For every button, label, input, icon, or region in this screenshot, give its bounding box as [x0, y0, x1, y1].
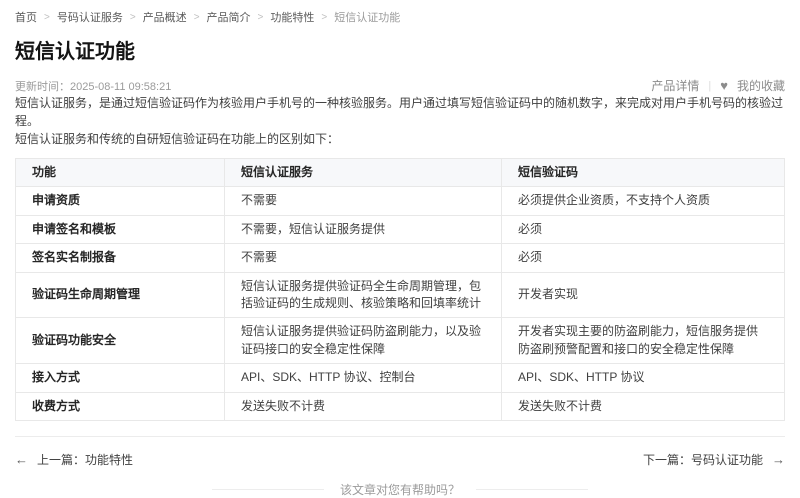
table-cell: 必须提供企业资质，不支持个人资质 — [502, 187, 785, 215]
update-time: 更新时间：2025-08-11 09:58:21 — [15, 78, 171, 94]
table-cell: 不需要 — [225, 244, 502, 272]
row-header-cell: 验证码生命周期管理 — [16, 272, 225, 318]
breadcrumb-item-service[interactable]: 号码认证服务 — [57, 9, 123, 25]
table-row: 验证码生命周期管理 短信认证服务提供验证码全生命周期管理，包括验证码的生成规则、… — [16, 272, 785, 318]
heart-icon[interactable]: ♥ — [720, 79, 728, 92]
table-cell: 不需要，短信认证服务提供 — [225, 215, 502, 243]
comparison-lead-paragraph: 短信认证服务和传统的自研短信验证码在功能上的区别如下： — [15, 130, 785, 148]
column-header-feature: 功能 — [16, 159, 225, 187]
prev-article-label: 上一篇：功能特性 — [37, 451, 133, 468]
column-header-sms-code: 短信验证码 — [502, 159, 785, 187]
table-cell: 必须 — [502, 244, 785, 272]
breadcrumb-item-features[interactable]: 功能特性 — [270, 9, 314, 25]
table-cell: API、SDK、HTTP 协议、控制台 — [225, 364, 502, 392]
table-header-row: 功能 短信认证服务 短信验证码 — [16, 159, 785, 187]
next-article-label: 下一篇：号码认证功能 — [643, 451, 763, 468]
feedback-section: 该文章对您有帮助吗？ — [15, 481, 785, 498]
table-cell: 发送失败不计费 — [225, 392, 502, 420]
table-row: 申请签名和模板 不需要，短信认证服务提供 必须 — [16, 215, 785, 243]
feedback-question: 该文章对您有帮助吗？ — [340, 481, 460, 498]
table-cell: API、SDK、HTTP 协议 — [502, 364, 785, 392]
intro-paragraph: 短信认证服务，是通过短信验证码作为核验用户手机号的一种核验服务。用户通过填写短信… — [15, 94, 785, 130]
feedback-divider-left — [212, 489, 324, 490]
meta-row: 更新时间：2025-08-11 09:58:21 产品详情 | ♥ 我的收藏 — [15, 77, 785, 94]
table-cell: 必须 — [502, 215, 785, 243]
breadcrumb: 首页 > 号码认证服务 > 产品概述 > 产品简介 > 功能特性 > 短信认证功… — [15, 9, 785, 25]
product-detail-link[interactable]: 产品详情 — [651, 77, 699, 94]
table-row: 验证码功能安全 短信认证服务提供验证码防盗刷能力，以及验证码接口的安全稳定性保障… — [16, 318, 785, 364]
page-actions: 产品详情 | ♥ 我的收藏 — [651, 77, 785, 94]
row-header-cell: 申请资质 — [16, 187, 225, 215]
breadcrumb-item-current: 短信认证功能 — [334, 9, 400, 25]
breadcrumb-separator-icon: > — [258, 12, 264, 23]
table-cell: 不需要 — [225, 187, 502, 215]
feedback-divider-right — [476, 489, 588, 490]
breadcrumb-separator-icon: > — [44, 12, 50, 23]
row-header-cell: 验证码功能安全 — [16, 318, 225, 364]
update-time-value: 2025-08-11 09:58:21 — [70, 81, 171, 93]
divider: | — [708, 80, 711, 92]
breadcrumb-separator-icon: > — [194, 12, 200, 23]
doc-page: 首页 > 号码认证服务 > 产品概述 > 产品简介 > 功能特性 > 短信认证功… — [0, 0, 800, 498]
row-header-cell: 申请签名和模板 — [16, 215, 225, 243]
arrow-right-icon: → — [772, 452, 785, 467]
prev-article-link[interactable]: ← 上一篇：功能特性 — [15, 451, 133, 468]
column-header-sms-auth-service: 短信认证服务 — [225, 159, 502, 187]
table-cell: 开发者实现主要的防盗刷能力，短信服务提供防盗刷预警配置和接口的安全稳定性保障 — [502, 318, 785, 364]
row-header-cell: 签名实名制报备 — [16, 244, 225, 272]
breadcrumb-separator-icon: > — [321, 12, 327, 23]
breadcrumb-item-home[interactable]: 首页 — [15, 9, 37, 25]
breadcrumb-item-intro[interactable]: 产品简介 — [207, 9, 251, 25]
arrow-left-icon: ← — [15, 452, 28, 467]
next-article-link[interactable]: 下一篇：号码认证功能 → — [643, 451, 785, 468]
table-row: 申请资质 不需要 必须提供企业资质，不支持个人资质 — [16, 187, 785, 215]
table-cell: 开发者实现 — [502, 272, 785, 318]
breadcrumb-separator-icon: > — [130, 12, 136, 23]
table-row: 签名实名制报备 不需要 必须 — [16, 244, 785, 272]
table-cell: 短信认证服务提供验证码防盗刷能力，以及验证码接口的安全稳定性保障 — [225, 318, 502, 364]
page-title: 短信认证功能 — [15, 40, 785, 64]
update-time-label: 更新时间： — [15, 81, 70, 93]
table-cell: 短信认证服务提供验证码全生命周期管理，包括验证码的生成规则、核验策略和回填率统计 — [225, 272, 502, 318]
table-row: 收费方式 发送失败不计费 发送失败不计费 — [16, 392, 785, 420]
table-row: 接入方式 API、SDK、HTTP 协议、控制台 API、SDK、HTTP 协议 — [16, 364, 785, 392]
comparison-table: 功能 短信认证服务 短信验证码 申请资质 不需要 必须提供企业资质，不支持个人资… — [15, 158, 785, 421]
row-header-cell: 收费方式 — [16, 392, 225, 420]
favorites-link[interactable]: 我的收藏 — [737, 77, 785, 94]
row-header-cell: 接入方式 — [16, 364, 225, 392]
table-cell: 发送失败不计费 — [502, 392, 785, 420]
article-pager: ← 上一篇：功能特性 下一篇：号码认证功能 → — [15, 436, 785, 468]
breadcrumb-item-overview[interactable]: 产品概述 — [143, 9, 187, 25]
